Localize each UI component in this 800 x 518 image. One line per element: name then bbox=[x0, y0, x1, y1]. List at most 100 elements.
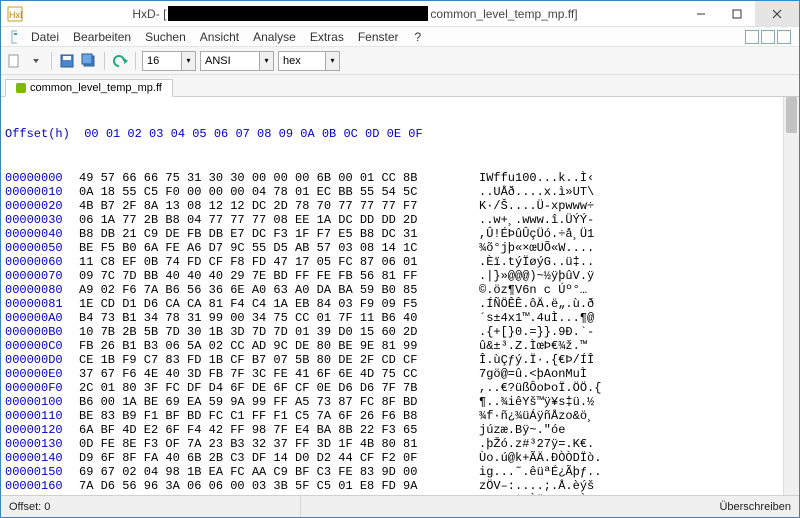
mdi-minimize-icon[interactable] bbox=[745, 30, 759, 44]
ascii-text[interactable]: ,Û!ÉÞûÛçÜó.÷å¸Ü1 bbox=[479, 227, 594, 241]
hex-row[interactable]: 00000000 49 57 66 66 75 31 30 30 00 00 0… bbox=[5, 171, 795, 185]
hex-bytes[interactable]: 0A 18 55 C5 F0 00 00 00 04 78 01 EC BB 5… bbox=[79, 185, 479, 199]
hex-bytes[interactable]: 09 7C 7D BB 40 40 40 29 7E BD FF FE FB 5… bbox=[79, 269, 479, 283]
hex-bytes[interactable]: 7A D6 56 96 3A 06 06 00 03 3B 5F C5 01 E… bbox=[79, 479, 479, 493]
ascii-text[interactable]: ..w+¸.www.î.ÜÝÝ- bbox=[479, 213, 594, 227]
maximize-button[interactable] bbox=[719, 1, 755, 26]
hex-bytes[interactable]: CE 1B F9 C7 83 FD 1B CF B7 07 5B 80 DE 2… bbox=[79, 353, 479, 367]
ascii-text[interactable]: ..‰•ƒ¹!Àö0Bÿ ·À. bbox=[479, 493, 594, 495]
hex-row[interactable]: 00000130 0D FE 8E F3 OF 7A 23 B3 32 37 F… bbox=[5, 437, 795, 451]
minimize-button[interactable] bbox=[683, 1, 719, 26]
hex-bytes[interactable]: 06 1A 77 2B B8 04 77 77 77 08 EE 1A DC D… bbox=[79, 213, 479, 227]
hex-bytes[interactable]: A9 02 F6 7A B6 56 36 6E A0 63 A0 DA BA 5… bbox=[79, 283, 479, 297]
hex-row[interactable]: 000000D0 CE 1B F9 C7 83 FD 1B CF B7 07 5… bbox=[5, 353, 795, 367]
hex-bytes[interactable]: 1E CD D1 D6 CA CA 81 F4 C4 1A EB 84 03 F… bbox=[79, 297, 479, 311]
hex-row[interactable]: 00000010 0A 18 55 C5 F0 00 00 00 04 78 0… bbox=[5, 185, 795, 199]
hex-row[interactable]: 00000030 06 1A 77 2B B8 04 77 77 77 08 E… bbox=[5, 213, 795, 227]
ascii-text[interactable]: ¶..¾iêYš™ÿ¥s‡ü.½ bbox=[479, 395, 594, 409]
base-value[interactable]: hex bbox=[278, 51, 326, 71]
ascii-text[interactable]: ¾õ°jþ«×œUÕ«W.... bbox=[479, 241, 594, 255]
hex-editor[interactable]: Offset(h) 00 01 02 03 04 05 06 07 08 09 … bbox=[1, 97, 799, 495]
new-file-icon[interactable] bbox=[5, 52, 23, 70]
bytes-per-row-value[interactable]: 16 bbox=[142, 51, 182, 71]
charset-value[interactable]: ANSI bbox=[200, 51, 260, 71]
hex-bytes[interactable]: B6 00 1A BE 69 EA 59 9A 99 FF A5 73 87 F… bbox=[79, 395, 479, 409]
menu-analyze[interactable]: Analyse bbox=[247, 28, 302, 46]
hex-row[interactable]: 00000140 D9 6F 8F FA 40 6B 2B C3 DF 14 D… bbox=[5, 451, 795, 465]
hex-row[interactable]: 000000E0 37 67 F6 4E 40 3D FB 7F 3C FE 4… bbox=[5, 367, 795, 381]
ascii-text[interactable]: .ÍÑÖÊÊ.ôÄ.ë„.ù.ð bbox=[479, 297, 594, 311]
hex-bytes[interactable]: 0D FE 8E F3 OF 7A 23 B3 32 37 FF 3D 1F 4… bbox=[79, 437, 479, 451]
hex-bytes[interactable]: B4 73 B1 34 78 31 99 00 34 75 CC 01 7F 1… bbox=[79, 311, 479, 325]
ascii-text[interactable]: K·/Š....Ü-xpwww÷ bbox=[479, 199, 594, 213]
ascii-text[interactable]: IWffu100...k..Ì‹ bbox=[479, 171, 594, 185]
hex-bytes[interactable]: BE F5 B0 6A FE A6 D7 9C 55 D5 AB 57 03 0… bbox=[79, 241, 479, 255]
ascii-text[interactable]: ..UÅð....x.ì»UT\ bbox=[479, 185, 594, 199]
menu-edit[interactable]: Bearbeiten bbox=[67, 28, 137, 46]
chevron-down-icon[interactable]: ▾ bbox=[326, 51, 340, 71]
hex-row[interactable]: 00000081 1E CD D1 D6 CA CA 81 F4 C4 1A E… bbox=[5, 297, 795, 311]
menu-icon[interactable] bbox=[5, 28, 23, 46]
scrollbar-thumb[interactable] bbox=[786, 97, 797, 133]
undo-icon[interactable] bbox=[111, 52, 129, 70]
menu-file[interactable]: Datei bbox=[25, 28, 65, 46]
ascii-text[interactable]: Î.ùÇƒý.Ï·.{€Þ/ÍÎ bbox=[479, 353, 594, 367]
menu-view[interactable]: Ansicht bbox=[194, 28, 245, 46]
ascii-text[interactable]: júzæ.Bÿ~."óe bbox=[479, 423, 565, 437]
ascii-text[interactable]: zÖV–:....;.Å.èýš bbox=[479, 479, 594, 493]
charset-select[interactable]: ANSI ▾ bbox=[200, 51, 274, 71]
hex-row[interactable]: 00000120 6A BF 4D E2 6F F4 42 FF 98 7F E… bbox=[5, 423, 795, 437]
hex-row[interactable]: 000000F0 2C 01 80 3F FC DF D4 6F DE 6F C… bbox=[5, 381, 795, 395]
save-icon[interactable] bbox=[58, 52, 76, 70]
vertical-scrollbar[interactable] bbox=[783, 97, 799, 495]
menu-help[interactable]: ? bbox=[409, 28, 428, 46]
ascii-text[interactable]: .þŽó.z#³27ÿ=.K€. bbox=[479, 437, 594, 451]
menu-extras[interactable]: Extras bbox=[304, 28, 350, 46]
ascii-text[interactable]: .{+[}0.=}}.9Ð.`- bbox=[479, 325, 594, 339]
ascii-text[interactable]: .|}»@@@)~½ÿþûV.ÿ bbox=[479, 269, 594, 283]
hex-bytes[interactable]: 2C 01 80 3F FC DF D4 6F DE 6F CF 0E D6 D… bbox=[79, 381, 479, 395]
ascii-text[interactable]: ig...˜.êüªÉ¿Ãþƒ.. bbox=[479, 465, 601, 479]
hex-row[interactable]: 00000050 BE F5 B0 6A FE A6 D7 9C 55 D5 A… bbox=[5, 241, 795, 255]
save-all-icon[interactable] bbox=[80, 52, 98, 70]
hex-row[interactable]: 00000150 69 67 02 04 98 1B EA FC AA C9 B… bbox=[5, 465, 795, 479]
mdi-restore-icon[interactable] bbox=[761, 30, 775, 44]
menu-search[interactable]: Suchen bbox=[139, 28, 192, 46]
chevron-down-icon[interactable]: ▾ bbox=[260, 51, 274, 71]
hex-bytes[interactable]: 49 57 66 66 75 31 30 30 00 00 00 6B 00 0… bbox=[79, 171, 479, 185]
ascii-text[interactable]: ´s±4x1™.4uÌ...¶@ bbox=[479, 311, 594, 325]
close-button[interactable] bbox=[755, 1, 799, 26]
hex-row[interactable]: 00000080 A9 02 F6 7A B6 56 36 6E A0 63 A… bbox=[5, 283, 795, 297]
ascii-text[interactable]: 7gö@=û.<þAonMuÌ bbox=[479, 367, 587, 381]
ascii-text[interactable]: ,..€?üßÔoÞoÏ.ÖÖ.{ bbox=[479, 381, 601, 395]
tab-file[interactable]: common_level_temp_mp.ff bbox=[5, 79, 173, 97]
ascii-text[interactable]: .Èï.týÏøýG..ü‡.. bbox=[479, 255, 594, 269]
hex-row[interactable]: 00000100 B6 00 1A BE 69 EA 59 9A 99 FF A… bbox=[5, 395, 795, 409]
hex-row[interactable]: 00000110 BE 83 B9 F1 BF BD FC C1 FF F1 C… bbox=[5, 409, 795, 423]
hex-row[interactable]: 00000020 4B B7 2F 8A 13 08 12 12 DC 2D 7… bbox=[5, 199, 795, 213]
hex-row[interactable]: 000000C0 FB 26 B1 B3 06 5A 02 CC AD 9C D… bbox=[5, 339, 795, 353]
hex-bytes[interactable]: B8 DB 21 C9 DE FB DB E7 DC F3 1F F7 E5 B… bbox=[79, 227, 479, 241]
ascii-text[interactable]: Ùo.ú@k+ÃÄ.ÐÒÒDÏò. bbox=[479, 451, 601, 465]
hex-row[interactable]: 00000160 7A D6 56 96 3A 06 06 00 03 3B 5… bbox=[5, 479, 795, 493]
base-select[interactable]: hex ▾ bbox=[278, 51, 340, 71]
mdi-close-icon[interactable] bbox=[777, 30, 791, 44]
open-file-dropdown-icon[interactable] bbox=[27, 52, 45, 70]
hex-row[interactable]: 00000070 09 7C 7D BB 40 40 40 29 7E BD F… bbox=[5, 269, 795, 283]
hex-row[interactable]: 00000060 11 C8 EF 0B 74 FD CF F8 FD 47 1… bbox=[5, 255, 795, 269]
hex-rows[interactable]: 00000000 49 57 66 66 75 31 30 30 00 00 0… bbox=[5, 171, 795, 495]
hex-bytes[interactable]: 4B B7 2F 8A 13 08 12 12 DC 2D 78 70 77 7… bbox=[79, 199, 479, 213]
hex-row[interactable]: 000000B0 10 7B 2B 5B 7D 30 1B 3D 7D 7D 0… bbox=[5, 325, 795, 339]
hex-bytes[interactable]: D9 6F 8F FA 40 6B 2B C3 DF 14 D0 D2 44 C… bbox=[79, 451, 479, 465]
menu-window[interactable]: Fenster bbox=[352, 28, 405, 46]
chevron-down-icon[interactable]: ▾ bbox=[182, 51, 196, 71]
hex-bytes[interactable]: 37 67 F6 4E 40 3D FB 7F 3C FE 41 6F 6E 4… bbox=[79, 367, 479, 381]
hex-row[interactable]: 00000170 9D 9D 89 95 83 B9 21 C0 F6 4F 4… bbox=[5, 493, 795, 495]
bytes-per-row-select[interactable]: 16 ▾ bbox=[142, 51, 196, 71]
hex-bytes[interactable]: 69 67 02 04 98 1B EA FC AA C9 BF C3 FE 8… bbox=[79, 465, 479, 479]
ascii-text[interactable]: ¾f·ñ¿¾üÁÿñÅzo&ö¸ bbox=[479, 409, 594, 423]
hex-bytes[interactable]: 9D 9D 89 95 83 B9 21 C0 F6 4F 42 FF A0 B… bbox=[79, 493, 479, 495]
hex-row[interactable]: 00000040 B8 DB 21 C9 DE FB DB E7 DC F3 1… bbox=[5, 227, 795, 241]
ascii-text[interactable]: û&±³.Z.Ì­œÞ€¾ž.™ bbox=[479, 339, 587, 353]
hex-bytes[interactable]: 10 7B 2B 5B 7D 30 1B 3D 7D 7D 01 39 D0 1… bbox=[79, 325, 479, 339]
